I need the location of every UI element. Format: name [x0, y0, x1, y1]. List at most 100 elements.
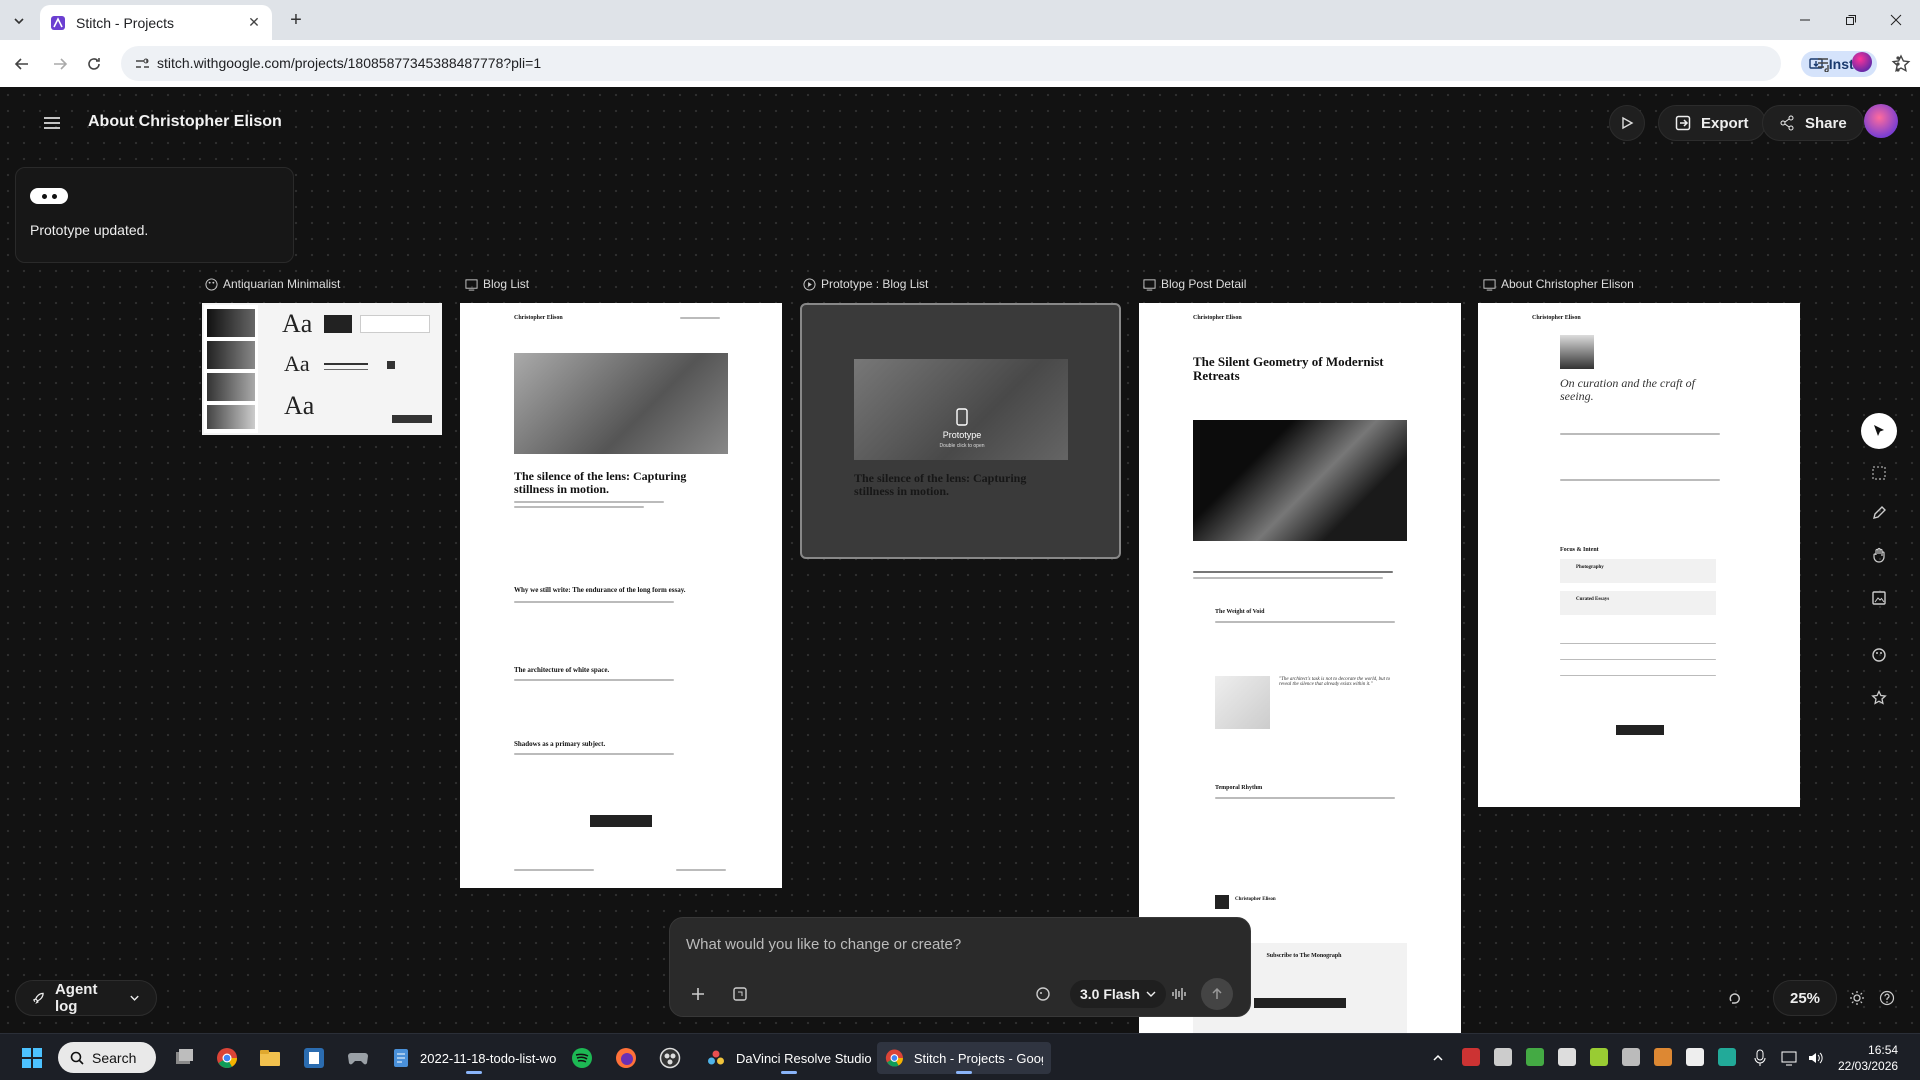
about-heading: On curation and the craft of seeing.: [1560, 376, 1695, 404]
tray-app-icon[interactable]: [1494, 1048, 1512, 1066]
media-controls-icon[interactable]: [1812, 52, 1836, 76]
post-title: The Silent Geometry of Modernist Retreat…: [1193, 354, 1384, 383]
file-explorer-icon[interactable]: [256, 1044, 284, 1072]
network-icon[interactable]: [1776, 1044, 1804, 1072]
zoom-level[interactable]: 25%: [1773, 980, 1837, 1016]
frame-icon: [465, 278, 478, 291]
share-button[interactable]: Share: [1762, 105, 1864, 141]
frame-label-blog-post[interactable]: Blog Post Detail: [1143, 277, 1246, 291]
spotify-icon[interactable]: [568, 1044, 596, 1072]
address-bar[interactable]: stitch.withgoogle.com/projects/180858773…: [121, 46, 1911, 81]
hamburger-menu-icon[interactable]: [38, 109, 66, 137]
image-icon[interactable]: [1861, 580, 1897, 616]
system-clock[interactable]: 16:54 22/03/2026: [1838, 1042, 1898, 1074]
prompt-input[interactable]: What would you like to change or create?: [686, 936, 961, 953]
canvas-tools: [1861, 405, 1897, 705]
windows-start-icon[interactable]: [18, 1044, 46, 1072]
theme-swatch-icon[interactable]: [1031, 982, 1055, 1006]
undo-history-icon[interactable]: [1723, 986, 1747, 1010]
game-controller-icon[interactable]: [344, 1044, 372, 1072]
play-prototype-button[interactable]: [1609, 105, 1645, 141]
palette-icon: [205, 277, 218, 291]
tray-app-icon[interactable]: [1654, 1048, 1672, 1066]
taskbar-app-chrome[interactable]: Stitch - Projects - Googl: [877, 1042, 1051, 1074]
show-hidden-icons-chevron-icon[interactable]: [1424, 1044, 1452, 1072]
pencil-icon[interactable]: [1861, 495, 1897, 531]
task-view-icon[interactable]: [170, 1044, 198, 1072]
tray-app-icon[interactable]: [1590, 1048, 1608, 1066]
add-screen-icon[interactable]: [728, 982, 752, 1006]
export-button[interactable]: Export: [1658, 105, 1766, 141]
frame-label-about[interactable]: About Christopher Elison: [1483, 277, 1634, 291]
close-window-icon[interactable]: [1884, 8, 1908, 32]
browser-tab-active[interactable]: Stitch - Projects ✕: [40, 5, 272, 40]
pull-quote: "The architect's task is not to decorate…: [1279, 677, 1391, 687]
star-icon[interactable]: [1861, 680, 1897, 716]
tray-app-icon[interactable]: [1622, 1048, 1640, 1066]
clock-date: 22/03/2026: [1838, 1059, 1899, 1073]
section-heading: Temporal Rhythm: [1215, 785, 1263, 791]
new-tab-button[interactable]: +: [284, 10, 308, 32]
frame-label-design-system[interactable]: Antiquarian Minimalist: [205, 277, 340, 291]
select-cursor-icon[interactable]: [1861, 413, 1897, 449]
agent-log-button[interactable]: Agent log: [15, 980, 157, 1016]
voice-waveform-icon[interactable]: [1167, 982, 1191, 1006]
user-avatar[interactable]: [1864, 104, 1898, 138]
about-frame[interactable]: Christopher Elison On curation and the c…: [1478, 303, 1800, 807]
browser-profile-avatar[interactable]: [1852, 52, 1872, 72]
taskbar-app-notepad[interactable]: 2022-11-18-todo-list-wo: [384, 1042, 564, 1074]
obs-icon[interactable]: [656, 1044, 684, 1072]
restore-icon[interactable]: [1839, 8, 1863, 32]
stitch-canvas[interactable]: About Christopher Elison Export Share Pr…: [0, 87, 1920, 1033]
frame-label-prototype[interactable]: Prototype : Blog List: [803, 277, 928, 291]
tray-app-icon[interactable]: [1462, 1048, 1480, 1066]
toast-message: Prototype updated.: [30, 222, 149, 238]
prototype-overlay-sub: Double click to open: [939, 443, 985, 449]
model-selector[interactable]: 3.0 Flash: [1070, 980, 1166, 1008]
send-button[interactable]: [1201, 978, 1233, 1010]
forward-arrow-icon[interactable]: [48, 52, 72, 76]
author-name: Christopher Elison: [1235, 897, 1276, 902]
taskbar-search[interactable]: Search: [58, 1042, 156, 1073]
blog-list-frame[interactable]: Christopher Elison The silence of the le…: [460, 303, 782, 888]
status-toast: Prototype updated.: [15, 167, 294, 263]
url-text: stitch.withgoogle.com/projects/180858773…: [157, 55, 542, 71]
tab-close-icon[interactable]: ✕: [246, 14, 262, 31]
tray-app-icon[interactable]: [1526, 1048, 1544, 1066]
focus-heading: Focus & Intent: [1560, 547, 1599, 553]
taskbar-app-label: 2022-11-18-todo-list-wo: [420, 1050, 557, 1066]
chrome-icon[interactable]: [213, 1044, 241, 1072]
app-icon-blue[interactable]: [300, 1044, 328, 1072]
notepad-icon: [394, 1049, 408, 1067]
microphone-icon[interactable]: [1746, 1044, 1774, 1072]
browser-menu-icon[interactable]: [1886, 52, 1910, 76]
firefox-icon[interactable]: [612, 1044, 640, 1072]
design-system-frame[interactable]: Aa Aa Aa: [202, 303, 442, 435]
marquee-select-icon[interactable]: [1861, 455, 1897, 491]
taskbar-app-davinci[interactable]: DaVinci Resolve Studio: [698, 1042, 880, 1074]
project-title: About Christopher Elison: [88, 113, 282, 130]
theme-palette-icon[interactable]: [1861, 637, 1897, 673]
tray-app-icon[interactable]: [1718, 1048, 1736, 1066]
site-info-icon[interactable]: [133, 55, 151, 73]
post-title: The silence of the lens: Capturing still…: [514, 469, 687, 496]
tray-app-icon[interactable]: [1686, 1048, 1704, 1066]
frame-label-blog-list[interactable]: Blog List: [465, 277, 529, 291]
hand-pan-icon[interactable]: [1861, 537, 1897, 573]
chrome-icon: [885, 1049, 903, 1067]
help-icon[interactable]: [1875, 986, 1899, 1010]
minimize-icon[interactable]: [1793, 8, 1817, 32]
focus-item: Photography: [1576, 565, 1604, 570]
prompt-box[interactable]: What would you like to change or create?…: [669, 917, 1251, 1017]
add-attachment-icon[interactable]: [686, 982, 710, 1006]
windows-taskbar: Search 2022-11-18-todo-list-wo DaVinci R…: [0, 1033, 1920, 1080]
volume-icon[interactable]: [1802, 1044, 1830, 1072]
frame-label-text: Antiquarian Minimalist: [223, 277, 341, 291]
tab-search-chevron-icon[interactable]: [8, 10, 30, 32]
tray-app-icon[interactable]: [1558, 1048, 1576, 1066]
zoom-controls: 25%: [1713, 980, 1903, 1016]
brightness-icon[interactable]: [1845, 986, 1869, 1010]
prototype-frame[interactable]: The silence of the lens: Capturing still…: [800, 303, 1121, 559]
back-arrow-icon[interactable]: [10, 52, 34, 76]
reload-icon[interactable]: [82, 52, 106, 76]
